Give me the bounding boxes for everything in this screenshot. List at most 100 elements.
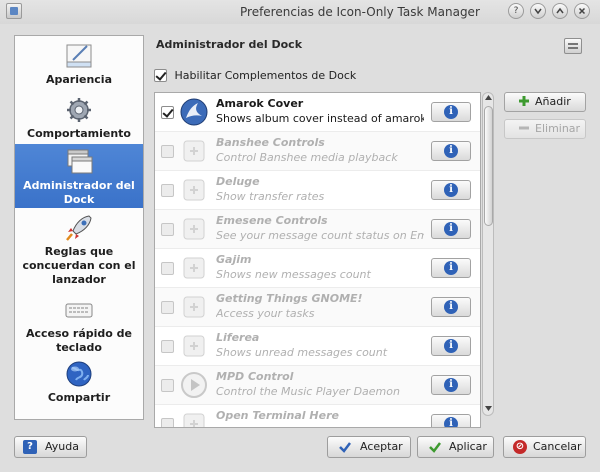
docklet-info-button[interactable] [431,414,471,427]
close-icon [578,7,586,15]
add-button[interactable]: Añadir [504,92,586,112]
maximize-button[interactable] [552,3,568,19]
cancel-button-label: Cancelar [533,440,582,453]
docklet-checkbox[interactable] [161,301,174,314]
enable-docklets-checkbox[interactable] [154,68,167,82]
docklet-info-button[interactable] [431,141,471,161]
docklet-info-button[interactable] [431,336,471,356]
apply-check-icon [429,442,441,453]
sidebar-item-label: Reglas que concuerdan con el lanzador [22,245,136,286]
docklet-description: Show transfer rates [216,190,325,203]
docklet-checkbox[interactable] [161,340,174,353]
preferences-window: Preferencias de Icon-Only Task Manager ?… [0,0,600,472]
docklet-checkbox[interactable] [161,418,174,427]
docklet-title: Emesene Controls [216,214,328,227]
sidebar-item-label: Administrador del Dock [23,179,135,206]
remove-button[interactable]: Eliminar [504,119,586,139]
chevron-up-icon [556,7,564,14]
docklet-checkbox[interactable] [161,106,174,119]
docklet-info-button[interactable] [431,102,471,122]
play-icon [181,372,207,398]
docklet-checkbox[interactable] [161,223,174,236]
docklet-description: Shows album cover instead of amarok ... [216,112,424,125]
docklet-info-button[interactable] [431,297,471,317]
docklet-info-button[interactable] [431,180,471,200]
docklet-description: Shows new messages count [216,268,371,281]
sidebar-item-compartir[interactable]: Compartir [15,358,143,408]
accept-check-icon [339,442,351,453]
list-item[interactable]: Banshee Controls Control Banshee media p… [155,132,480,171]
gear-icon [67,98,91,122]
app-menu-icon[interactable] [6,3,22,19]
window-title: Preferencias de Icon-Only Task Manager [240,5,480,19]
sidebar-item-comportamiento[interactable]: Comportamiento [15,94,143,142]
settings-sidebar: Apariencia Comportamiento Administrador … [14,35,144,420]
scroll-down-arrow-icon[interactable] [484,404,493,413]
list-item[interactable]: Liferea Shows unread messages count [155,327,480,366]
sidebar-item-apariencia[interactable]: Apariencia [15,40,143,88]
scrollbar-thumb[interactable] [484,106,493,226]
windows-icon [67,149,93,174]
docklet-title: Liferea [216,331,260,344]
sidebar-item-administrador-del-dock[interactable]: Administrador del Dock [15,144,143,208]
docklet-title: Banshee Controls [216,136,325,149]
list-item[interactable]: Emesene Controls See your message count … [155,210,480,249]
enable-docklets-toggle[interactable]: Habilitar Complementos de Dock [154,68,356,84]
keyboard-icon [65,303,93,318]
amarok-icon [180,98,208,126]
cancel-icon: ⊘ [513,440,527,454]
minus-icon [519,126,529,130]
plugin-icon [183,179,205,201]
docklet-checkbox[interactable] [161,262,174,275]
sidebar-item-reglas-lanzador[interactable]: Reglas que concuerdan con el lanzador [15,212,143,290]
chevron-down-icon [534,8,542,15]
docklet-title: Gajim [216,253,252,266]
apply-button[interactable]: Aplicar [417,436,494,458]
sidebar-item-acceso-rapido-teclado[interactable]: Acceso rápido de teclado [15,294,143,354]
docklet-title: Open Terminal Here [216,409,339,422]
docklet-checkbox[interactable] [161,145,174,158]
docklet-description: Control the Music Player Daemon [216,385,400,398]
close-window-button[interactable] [574,3,590,19]
docklet-description: Access your tasks [216,307,315,320]
add-button-label: Añadir [535,95,571,108]
page-title: Administrador del Dock [156,38,303,51]
docklet-checkbox[interactable] [161,379,174,392]
docklet-title: Deluge [216,175,260,188]
docklet-info-button[interactable] [431,219,471,239]
sidebar-item-label: Apariencia [45,73,112,86]
title-bar[interactable]: Preferencias de Icon-Only Task Manager ? [0,0,600,24]
docklet-info-button[interactable] [431,258,471,278]
page-options-icon[interactable] [564,38,582,54]
remove-button-label: Eliminar [535,122,581,135]
minimize-button[interactable] [530,3,546,19]
docklet-title: MPD Control [216,370,294,383]
list-item[interactable]: Deluge Show transfer rates [155,171,480,210]
list-item[interactable]: Amarok Cover Shows album cover instead o… [155,93,480,132]
docklet-info-button[interactable] [431,375,471,395]
docklet-description: Control Banshee media playback [216,151,398,164]
plugin-icon [183,140,205,162]
scroll-up-arrow-icon[interactable] [484,93,493,102]
docklet-title: Getting Things GNOME! [216,292,363,305]
help-icon: ? [23,440,37,454]
sidebar-item-label: Compartir [47,391,111,404]
list-item[interactable]: Gajim Shows new messages count [155,249,480,288]
enable-docklets-label: Habilitar Complementos de Dock [174,68,357,82]
list-item[interactable]: Open Terminal Here [155,405,480,427]
docklet-title: Amarok Cover [216,97,304,110]
cancel-button[interactable]: ⊘ Cancelar [503,436,586,458]
list-item[interactable]: MPD Control Control the Music Player Dae… [155,366,480,405]
apply-button-label: Aplicar [449,440,487,453]
docklet-description: See your message count status on Em... [216,229,424,242]
docklet-checkbox[interactable] [161,184,174,197]
rocket-icon [66,215,92,241]
plugin-icon [183,218,205,240]
sidebar-item-label: Acceso rápido de teclado [25,327,133,354]
plugin-icon [183,335,205,357]
accept-button[interactable]: Aceptar [327,436,411,458]
help-button-label: Ayuda [45,440,79,453]
help-titlebar-button[interactable]: ? [508,3,524,19]
help-button[interactable]: ? Ayuda [14,436,87,458]
list-item[interactable]: Getting Things GNOME! Access your tasks [155,288,480,327]
